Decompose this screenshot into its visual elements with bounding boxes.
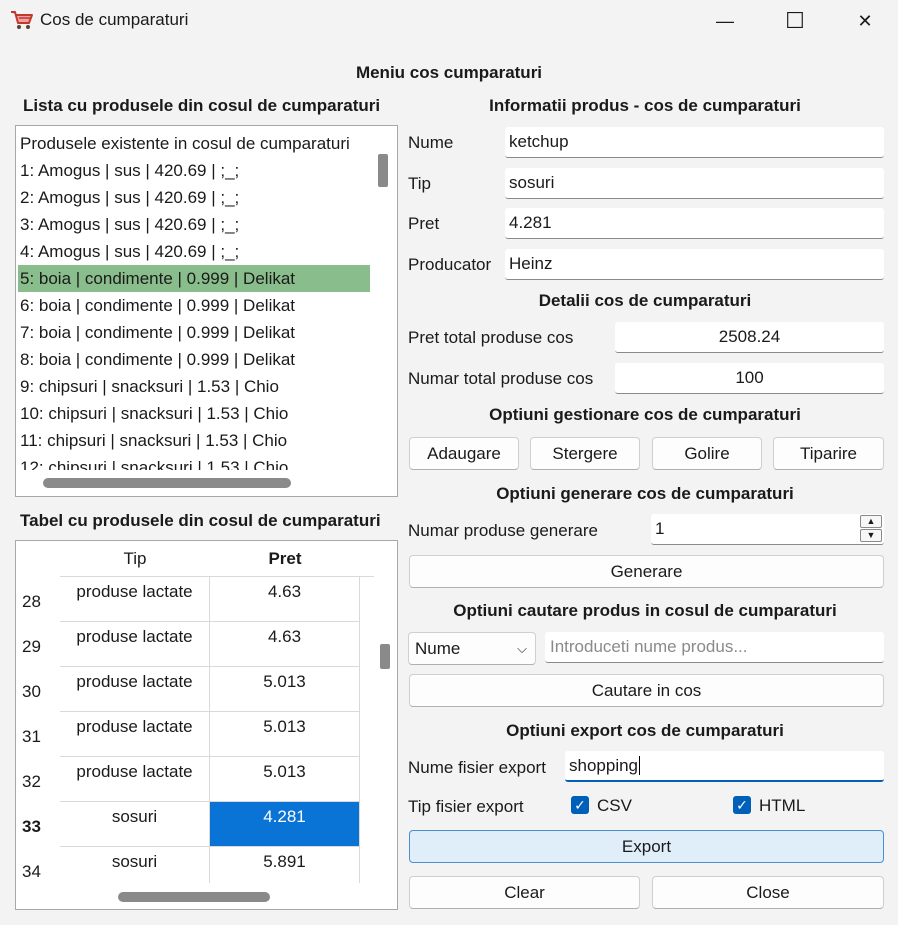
list-item[interactable]: 7: boia | condimente | 0.999 | Delikat: [20, 319, 295, 346]
total-count-field: 100: [615, 363, 884, 394]
list-item-selected[interactable]: 5: boia | condimente | 0.999 | Delikat: [18, 265, 370, 292]
search-title: Optiuni cautare produs in cosul de cumpa…: [453, 601, 837, 620]
menu-title: Meniu cos cumparaturi: [355, 63, 543, 82]
close-window-button[interactable]: ✕: [830, 0, 898, 42]
cart-details-title: Detalii cos de cumparaturi: [538, 291, 752, 310]
generate-count-label: Numar produse generare: [408, 521, 598, 540]
producator-label: Producator: [408, 255, 492, 274]
list-item[interactable]: 3: Amogus | sus | 420.69 | ;_;: [20, 211, 239, 238]
list-item[interactable]: 9: chipsuri | snacksuri | 1.53 | Chio: [20, 373, 279, 400]
export-title: Optiuni export cos de cumparaturi: [506, 721, 784, 740]
total-count-label: Numar total produse cos: [408, 369, 594, 388]
pret-input[interactable]: 4.281: [505, 208, 884, 239]
window-title: Cos de cumparaturi: [40, 10, 189, 29]
minimize-button[interactable]: —: [690, 0, 760, 42]
search-input[interactable]: Introduceti nume produs...: [545, 632, 884, 663]
table-cell-tip[interactable]: sosuri: [60, 802, 210, 847]
table-cell-pret[interactable]: 5.013: [210, 757, 360, 802]
export-filename-input[interactable]: shopping: [565, 751, 884, 782]
products-list-viewport: Produsele existente in cosul de cumparat…: [16, 126, 372, 470]
row-header[interactable]: 29: [22, 637, 41, 657]
export-filename-value: shopping: [569, 756, 639, 775]
column-header-tip[interactable]: Tip: [60, 549, 210, 569]
table-viewport: Tip Pret 28 produse lactate 4.63 29 prod…: [16, 541, 374, 883]
search-field-select-value: Nume: [415, 639, 461, 658]
list-item[interactable]: 1: Amogus | sus | 420.69 | ;_;: [20, 157, 239, 184]
table-section-title: Tabel cu produsele din cosul de cumparat…: [20, 511, 381, 530]
management-title: Optiuni gestionare cos de cumparaturi: [489, 405, 801, 424]
search-placeholder: Introduceti nume produs...: [550, 637, 748, 656]
clear-button[interactable]: Clear: [409, 876, 640, 909]
chevron-down-icon: ⌵: [517, 641, 527, 656]
csv-label[interactable]: CSV: [597, 796, 632, 816]
tip-label: Tip: [408, 174, 431, 193]
html-checkbox[interactable]: ✓: [733, 796, 751, 814]
total-price-label: Pret total produse cos: [408, 328, 574, 347]
search-button[interactable]: Cautare in cos: [409, 674, 884, 707]
html-label[interactable]: HTML: [759, 796, 805, 816]
list-item[interactable]: 10: chipsuri | snacksuri | 1.53 | Chio: [20, 400, 288, 427]
list-horizontal-scrollbar[interactable]: [43, 478, 291, 488]
row-header-selected[interactable]: 33: [22, 817, 41, 837]
table-cell-tip[interactable]: produse lactate: [60, 577, 210, 622]
pret-label: Pret: [408, 214, 440, 233]
spin-up-icon[interactable]: ▲: [860, 515, 882, 528]
text-cursor: [639, 756, 641, 775]
table-cell-tip[interactable]: produse lactate: [60, 622, 210, 667]
table-cell-pret-selected[interactable]: 4.281: [210, 802, 360, 847]
list-item[interactable]: 2: Amogus | sus | 420.69 | ;_;: [20, 184, 239, 211]
tip-input[interactable]: sosuri: [505, 168, 884, 199]
product-info-title: Informatii produs - cos de cumparaturi: [489, 96, 801, 115]
export-filetype-label: Tip fisier export: [408, 797, 524, 816]
spin-down-icon[interactable]: ▼: [860, 529, 882, 542]
search-field-select[interactable]: Nume ⌵: [408, 632, 536, 665]
nume-input[interactable]: ketchup: [505, 127, 884, 158]
maximize-button[interactable]: ☐: [760, 0, 830, 42]
column-header-pret[interactable]: Pret: [210, 549, 360, 569]
table-cell-tip[interactable]: produse lactate: [60, 712, 210, 757]
total-price-field: 2508.24: [615, 322, 884, 353]
close-button[interactable]: Close: [652, 876, 884, 909]
table-cell-pret[interactable]: 5.013: [210, 667, 360, 712]
row-header[interactable]: 32: [22, 772, 41, 792]
export-filename-label: Nume fisier export: [408, 758, 546, 777]
row-header[interactable]: 34: [22, 862, 41, 882]
delete-button[interactable]: Stergere: [530, 437, 640, 470]
table-cell-tip[interactable]: sosuri: [60, 847, 210, 883]
row-header[interactable]: 30: [22, 682, 41, 702]
list-item[interactable]: 8: boia | condimente | 0.999 | Delikat: [20, 346, 295, 373]
list-item[interactable]: 12: chipsuri | snacksuri | 1.53 | Chio: [20, 454, 288, 470]
row-header[interactable]: 31: [22, 727, 41, 747]
empty-cart-button[interactable]: Golire: [652, 437, 762, 470]
table-cell-pret[interactable]: 4.63: [210, 622, 360, 667]
generation-title: Optiuni generare cos de cumparaturi: [496, 484, 794, 503]
table-cell-pret[interactable]: 4.63: [210, 577, 360, 622]
list-item[interactable]: 6: boia | condimente | 0.999 | Delikat: [20, 292, 295, 319]
table-cell-pret[interactable]: 5.013: [210, 712, 360, 757]
producator-input[interactable]: Heinz: [505, 249, 884, 280]
list-vertical-scrollbar[interactable]: [378, 154, 388, 187]
table-cell-tip[interactable]: produse lactate: [60, 757, 210, 802]
nume-label: Nume: [408, 133, 454, 152]
add-button[interactable]: Adaugare: [409, 437, 519, 470]
generate-count-value: 1: [655, 519, 665, 538]
table-vertical-scrollbar[interactable]: [380, 644, 390, 669]
export-button[interactable]: Export: [409, 830, 884, 863]
list-item[interactable]: 4: Amogus | sus | 420.69 | ;_;: [20, 238, 239, 265]
shopping-cart-icon: [10, 9, 34, 31]
print-button[interactable]: Tiparire: [773, 437, 884, 470]
table-cell-pret[interactable]: 5.891: [210, 847, 360, 883]
generate-count-spinbox[interactable]: 1: [651, 514, 884, 545]
list-section-title: Lista cu produsele din cosul de cumparat…: [23, 96, 381, 115]
products-list[interactable]: Produsele existente in cosul de cumparat…: [15, 125, 398, 497]
list-header-item[interactable]: Produsele existente in cosul de cumparat…: [20, 130, 350, 157]
csv-checkbox[interactable]: ✓: [571, 796, 589, 814]
row-header[interactable]: 28: [22, 592, 41, 612]
table-cell-tip[interactable]: produse lactate: [60, 667, 210, 712]
list-item[interactable]: 11: chipsuri | snacksuri | 1.53 | Chio: [20, 427, 287, 454]
generate-button[interactable]: Generare: [409, 555, 884, 588]
table-horizontal-scrollbar[interactable]: [118, 892, 270, 902]
products-table[interactable]: Tip Pret 28 produse lactate 4.63 29 prod…: [15, 540, 398, 910]
